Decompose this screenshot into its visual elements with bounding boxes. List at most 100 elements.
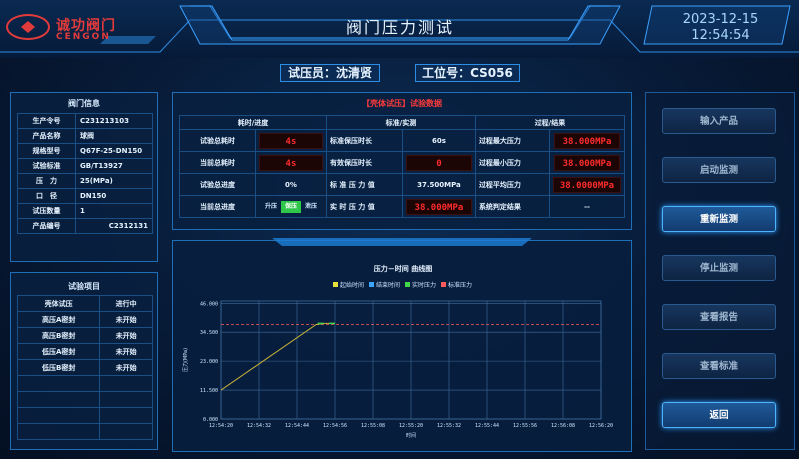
value-total-time: 4s xyxy=(258,132,323,149)
value-min-p: 38.000MPa xyxy=(553,154,620,171)
valve-info-value: 25(MPa) xyxy=(75,173,153,189)
valve-info-row: 试验标准 GB/T13927 xyxy=(17,158,153,174)
value-max-p: 38.000MPa xyxy=(553,132,620,149)
time-text: 12:54:54 xyxy=(691,28,750,43)
test-items-table: 壳体试压 进行中 高压A密封 未开始 高压B密封 未开始 低压A密封 未开始 低压B密封 未开始 xyxy=(16,295,153,440)
x-tick-label: 12:55:08 xyxy=(361,423,385,429)
action-button-4[interactable]: 查看报告 xyxy=(662,304,776,330)
valve-info-key: 规格型号 xyxy=(17,143,76,159)
test-item-name: 高压A密封 xyxy=(16,311,101,328)
action-button-6[interactable]: 返回 xyxy=(662,402,776,428)
x-axis-label: 时间 xyxy=(406,432,416,439)
x-tick-label: 12:54:44 xyxy=(285,423,309,429)
valve-info-title: 阀门信息 xyxy=(68,99,100,108)
valve-info-table: 生产令号 C231213103 产品名称 球阀 规格型号 Q67F-25-DN150 试验标… xyxy=(17,113,153,234)
test-item-status: 未开始 xyxy=(99,327,153,344)
test-item-row[interactable]: 低压B密封 未开始 xyxy=(16,359,153,376)
action-button-2[interactable]: 重新监测 xyxy=(662,206,776,232)
series-line-realtime xyxy=(220,322,335,391)
valve-info-row: 产品名称 球阀 xyxy=(17,128,153,144)
test-item-row[interactable]: 低压A密封 未开始 xyxy=(16,343,153,360)
date-text: 2023-12-15 xyxy=(682,12,759,27)
x-tick-label: 12:55:44 xyxy=(475,423,499,429)
test-data-table: 耗时/进度 标准/实测 过程/结果 试验总耗时 4s 标准保压时长 60s 过程… xyxy=(179,115,626,218)
test-item-name: 低压A密封 xyxy=(16,343,101,360)
test-item-status: 未开始 xyxy=(99,311,153,328)
legend-swatch xyxy=(405,282,410,287)
x-tick-label: 12:55:32 xyxy=(437,423,461,429)
valve-info-key: 产品名称 xyxy=(17,128,76,144)
test-data-title: 【壳体试压】试验数据 xyxy=(362,99,442,108)
x-tick-label: 12:55:56 xyxy=(513,423,537,429)
head-time: 耗时/进度 xyxy=(179,115,327,130)
value-total-prog: 0% xyxy=(254,173,327,196)
test-data-panel: 【壳体试压】试验数据 耗时/进度 标准/实测 过程/结果 试验总耗时 4s 标准… xyxy=(172,92,632,230)
x-tick-label: 12:55:20 xyxy=(399,423,423,429)
valve-info-panel: 阀门信息 生产令号 C231213103 产品名称 球阀 规格型号 Q67F-25-DN1… xyxy=(10,92,158,262)
label-result: 系统判定结果 xyxy=(474,195,550,218)
value-eff-hold: 0 xyxy=(405,154,472,171)
y-tick-label: 34.500 xyxy=(200,330,218,336)
valve-info-value: C2312131 xyxy=(75,218,153,234)
test-item-name: 壳体试压 xyxy=(16,295,101,312)
station-badge: 工位号：CS056 xyxy=(415,64,520,82)
y-axis-label: 压力(MPa) xyxy=(182,348,189,372)
label-total-prog: 试验总进度 xyxy=(179,173,256,196)
logo-mark-icon xyxy=(6,14,50,40)
logo-text-en: CENGON xyxy=(56,32,111,42)
title-wrap: 阀门压力测试 xyxy=(180,6,620,46)
valve-info-key: 试压数量 xyxy=(17,203,76,219)
action-button-3[interactable]: 停止监测 xyxy=(662,255,776,281)
label-total-time: 试验总耗时 xyxy=(179,129,256,152)
x-tick-label: 12:56:08 xyxy=(551,423,575,429)
legend-swatch xyxy=(333,282,338,287)
test-item-status: 进行中 xyxy=(99,295,153,312)
datetime: 2023-12-15 12:54:54 xyxy=(648,8,793,44)
test-item-name: 高压B密封 xyxy=(16,327,101,344)
value-real-p: 38.000MPa xyxy=(405,198,472,215)
page-title: 阀门压力测试 xyxy=(345,18,454,37)
chart-top-deco xyxy=(272,238,532,246)
action-button-0[interactable]: 输入产品 xyxy=(662,108,776,134)
y-tick-label: 11.500 xyxy=(200,388,218,394)
head-std: 标准/实测 xyxy=(325,115,476,130)
label-real-p: 实 时 压 力 值 xyxy=(325,195,403,218)
pressure-chart: 压力－时间 曲线图起始时间 结束时间 实时压力 标准压力0.00011.50023.0… xyxy=(182,264,613,439)
stage-hold: 保压 xyxy=(280,200,301,213)
valve-info-row: 生产令号 C231213103 xyxy=(17,113,153,129)
action-button-1[interactable]: 启动监测 xyxy=(662,157,776,183)
valve-info-row: 产品编号 C2312131 xyxy=(17,218,153,234)
legend-label: 起始时间 xyxy=(340,281,364,289)
label-std-hold: 标准保压时长 xyxy=(325,129,403,152)
chart-panel: 压力－时间 曲线图 起始时间 结束时间 实时压力 标准压力 0.000 11.500 23.0… xyxy=(172,240,632,452)
test-item-row[interactable]: 壳体试压 进行中 xyxy=(16,295,153,312)
app-root: 诚功阀门 CENGON 阀门压力测试 2023-12-15 12:54:54 试… xyxy=(0,0,799,459)
valve-info-key: 试验标准 xyxy=(17,158,76,174)
head-result: 过程/结果 xyxy=(474,115,626,130)
chart-title: 压力－时间 曲线图 xyxy=(374,264,432,273)
label-cur-prog: 当前总进度 xyxy=(179,195,256,218)
legend-swatch xyxy=(441,282,446,287)
x-tick-label: 12:54:32 xyxy=(247,423,271,429)
test-items-title: 试验项目 xyxy=(68,282,100,291)
valve-info-key: 产品编号 xyxy=(17,218,76,234)
value-std-p: 37.500MPa xyxy=(401,173,476,196)
test-item-row[interactable]: 高压B密封 未开始 xyxy=(16,327,153,344)
legend-label: 实时压力 xyxy=(412,281,436,289)
value-result: -- xyxy=(548,195,626,218)
valve-info-value: GB/T13927 xyxy=(75,158,153,174)
legend-label: 结束时间 xyxy=(376,281,400,289)
test-item-name: 低压B密封 xyxy=(16,359,101,376)
action-button-5[interactable]: 查看标准 xyxy=(662,353,776,379)
valve-info-value: 1 xyxy=(75,203,153,219)
test-item-empty-row xyxy=(16,407,153,424)
valve-info-row: 规格型号 Q67F-25-DN150 xyxy=(17,143,153,159)
label-max-p: 过程最大压力 xyxy=(474,129,550,152)
value-avg-p: 38.0000MPa xyxy=(552,176,621,193)
legend-swatch xyxy=(369,282,374,287)
stage-indicator: 升压 保压 泄压 xyxy=(254,195,327,218)
test-items-panel: 试验项目 壳体试压 进行中 高压A密封 未开始 高压B密封 未开始 低压A密封 未开始 低压B密… xyxy=(10,272,158,450)
stage-boost: 升压 xyxy=(264,202,277,210)
test-item-row[interactable]: 高压A密封 未开始 xyxy=(16,311,153,328)
y-tick-label: 46.000 xyxy=(200,301,218,307)
